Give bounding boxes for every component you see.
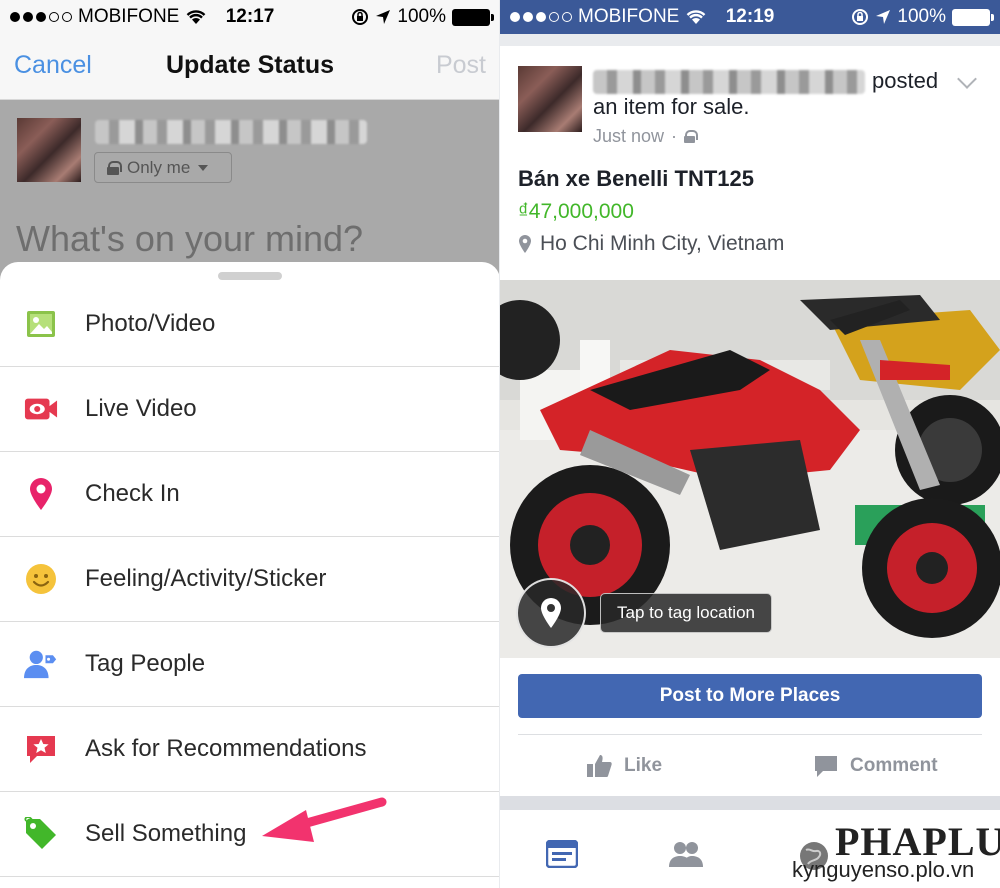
location-arrow-icon (376, 10, 391, 24)
status-input[interactable]: What's on your mind? (16, 218, 363, 260)
item-price: ₫47,000,000 (518, 200, 634, 223)
signal-icon (10, 12, 72, 22)
item-title: Bán xe Benelli TNT125 (518, 166, 754, 191)
caret-down-icon (198, 164, 209, 171)
post-options-sheet: Photo/Video Live Video Check In Feeling/… (0, 262, 500, 888)
news-feed-screen: MOBIFONE 12:19 100% posted an item for s… (500, 0, 1000, 888)
comment-button[interactable]: Comment (814, 754, 938, 778)
status-right: 100% (351, 6, 494, 28)
menu-item-recommendations[interactable]: Ask for Recommendations (0, 707, 500, 792)
location-text: Ho Chi Minh City, Vietnam (540, 232, 785, 255)
menu-item-tag-people[interactable]: Tag People (0, 622, 500, 707)
feed-separator (500, 796, 1000, 810)
page-title: Update Status (165, 51, 335, 79)
battery-percent: 100% (397, 6, 446, 27)
recommendation-icon (24, 732, 58, 766)
menu-item-label: Sell Something (85, 820, 247, 847)
menu-item-label: Tag People (85, 650, 206, 677)
menu-item-label: Ask for Recommendations (85, 735, 367, 762)
privacy-label: Only me (127, 157, 191, 177)
feed-separator (500, 34, 1000, 46)
post-button[interactable]: Post (436, 51, 486, 80)
battery-icon (452, 8, 494, 26)
wifi-icon (686, 10, 706, 24)
like-button[interactable]: Like (586, 754, 662, 778)
like-label: Like (624, 755, 663, 776)
photo-icon (24, 307, 58, 341)
blurred-user-name (95, 120, 367, 144)
avatar (17, 118, 81, 182)
carrier-name: MOBIFONE (578, 6, 680, 27)
location-pin-icon (24, 477, 58, 511)
update-status-screen: MOBIFONE 12:17 100% Cancel Update Status… (0, 0, 500, 888)
signal-icon (510, 12, 572, 22)
status-right: 100% (851, 6, 994, 28)
dot-separator: · (671, 126, 678, 146)
price-tag-icon (24, 817, 58, 851)
tag-people-icon (24, 647, 58, 681)
blurred-user-name[interactable] (593, 70, 865, 94)
tag-location-tooltip[interactable]: Tap to tag location (600, 593, 772, 633)
menu-item-feeling[interactable]: Feeling/Activity/Sticker (0, 537, 500, 622)
menu-item-sell-something[interactable]: Sell Something (0, 792, 500, 877)
menu-item-label: Photo/Video (85, 310, 216, 337)
tag-location-control[interactable]: Tap to tag location (516, 578, 772, 648)
battery-icon (952, 8, 994, 26)
carrier-info: MOBIFONE (510, 6, 707, 28)
privacy-selector[interactable]: Only me (94, 152, 232, 183)
status-bar: MOBIFONE 12:17 100% (0, 0, 500, 34)
tag-location-button[interactable] (516, 578, 586, 648)
news-feed-tab-icon[interactable] (546, 840, 578, 868)
live-video-icon (24, 392, 58, 426)
annotation-arrow (262, 797, 387, 842)
menu-item-label: Feeling/Activity/Sticker (85, 565, 327, 592)
post-timestamp: Just now · (593, 126, 699, 147)
carrier-info: MOBIFONE (10, 6, 207, 28)
menu-item-photo-video[interactable]: Photo/Video (0, 282, 500, 367)
comment-label: Comment (850, 755, 938, 776)
menu-item-label: Check In (85, 480, 180, 507)
rotation-lock-icon (352, 9, 369, 25)
location-pin-icon (541, 598, 561, 628)
wifi-icon (186, 10, 206, 24)
posted-text: posted (872, 68, 939, 93)
menu-item-label: Live Video (85, 395, 197, 422)
nav-bar: Cancel Update Status Post (0, 34, 500, 100)
sheet-grabber[interactable] (218, 272, 282, 280)
avatar[interactable] (518, 66, 582, 132)
lock-icon (107, 160, 122, 175)
item-location: Ho Chi Minh City, Vietnam (518, 232, 784, 256)
friends-tab-icon[interactable] (668, 840, 704, 868)
menu-item-live-video[interactable]: Live Video (0, 367, 500, 452)
status-bar: MOBIFONE 12:19 100% (500, 0, 1000, 34)
chevron-down-icon[interactable] (957, 69, 977, 89)
divider (518, 734, 982, 735)
smiley-icon (24, 562, 58, 596)
posted-text-continued: an item for sale. (593, 94, 750, 119)
sale-post: posted an item for sale. Just now · Bán … (500, 34, 1000, 804)
thumbs-up-icon (587, 755, 612, 777)
post-to-more-places-button[interactable]: Post to More Places (518, 674, 982, 718)
watermark-url: kynguyenso.plo.vn (792, 857, 975, 882)
comment-icon (815, 756, 837, 777)
menu-item-check-in[interactable]: Check In (0, 452, 500, 537)
lock-icon (684, 129, 699, 144)
rotation-lock-icon (852, 9, 869, 25)
location-arrow-icon (876, 10, 891, 24)
motorcycle-photo[interactable]: Tap to tag location (500, 280, 1000, 658)
carrier-name: MOBIFONE (78, 6, 180, 27)
location-pin-icon (519, 235, 531, 253)
battery-percent: 100% (897, 6, 946, 27)
timestamp-text: Just now (593, 126, 665, 146)
